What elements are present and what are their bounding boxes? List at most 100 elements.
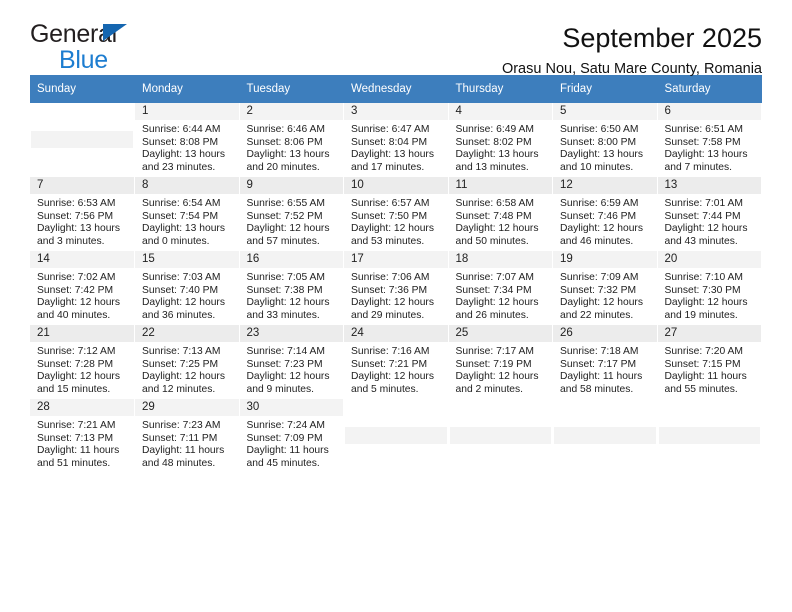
triangle-icon [103,24,127,41]
sunset-text: Sunset: 7:15 PM [664,358,741,370]
day-details: Sunrise: 6:46 AM Sunset: 8:06 PM Daylight:… [240,120,344,174]
calendar-day-cell[interactable]: 24 Sunrise: 7:16 AM Sunset: 7:21 PM Dayligh… [343,324,449,399]
day-number: 18 [448,251,552,268]
calendar-day-cell[interactable]: 30 Sunrise: 7:24 AM Sunset: 7:09 PM Dayligh… [239,398,344,473]
daylight-text: Daylight: 13 hours and 0 minutes. [142,223,225,247]
sunset-text: Sunset: 7:30 PM [664,284,741,296]
sunrise-text: Sunrise: 7:10 AM [664,272,743,283]
sunset-text: Sunset: 7:25 PM [142,358,219,370]
sunrise-text: Sunrise: 6:57 AM [351,198,430,209]
sunset-text: Sunset: 7:50 PM [351,210,428,222]
daylight-text: Daylight: 11 hours and 58 minutes. [560,371,643,395]
calendar-empty-cell [448,398,553,473]
calendar-day-cell[interactable]: 8 Sunrise: 6:54 AM Sunset: 7:54 PM Daylight… [134,176,240,251]
calendar-day-cell[interactable]: 5 Sunrise: 6:50 AM Sunset: 8:00 PM Daylight… [552,103,658,177]
sunset-text: Sunset: 7:38 PM [246,284,323,296]
sunrise-text: Sunrise: 6:47 AM [351,124,430,135]
sunset-text: Sunset: 7:40 PM [142,284,219,296]
day-details: Sunrise: 6:47 AM Sunset: 8:04 PM Daylight:… [344,120,448,174]
sunset-text: Sunset: 7:48 PM [455,210,532,222]
calendar-day-cell[interactable]: 17 Sunrise: 7:06 AM Sunset: 7:36 PM Dayligh… [343,250,449,325]
sunset-text: Sunset: 8:00 PM [560,136,637,148]
calendar-day-cell[interactable]: 3 Sunrise: 6:47 AM Sunset: 8:04 PM Daylight… [343,103,449,177]
sunset-text: Sunset: 8:08 PM [142,136,219,148]
sunrise-text: Sunrise: 6:55 AM [246,198,325,209]
calendar-day-cell[interactable]: 13 Sunrise: 7:01 AM Sunset: 7:44 PM Dayligh… [657,176,762,251]
daylight-text: Daylight: 12 hours and 36 minutes. [142,297,225,321]
general-blue-logo[interactable]: General Blue [30,22,230,74]
calendar-day-cell[interactable]: 10 Sunrise: 6:57 AM Sunset: 7:50 PM Dayligh… [343,176,449,251]
day-number: 21 [30,325,134,342]
calendar-day-cell[interactable]: 1 Sunrise: 6:44 AM Sunset: 8:08 PM Daylight… [134,103,240,177]
daylight-text: Daylight: 12 hours and 22 minutes. [560,297,643,321]
calendar-day-cell[interactable]: 15 Sunrise: 7:03 AM Sunset: 7:40 PM Dayligh… [134,250,240,325]
day-number: 3 [344,103,448,120]
sunset-text: Sunset: 7:11 PM [142,432,218,444]
calendar-day-cell[interactable]: 12 Sunrise: 6:59 AM Sunset: 7:46 PM Dayligh… [552,176,658,251]
calendar-day-cell[interactable]: 14 Sunrise: 7:02 AM Sunset: 7:42 PM Dayligh… [30,250,135,325]
daylight-text: Daylight: 13 hours and 10 minutes. [560,149,643,173]
day-number: 26 [553,325,657,342]
day-number: 25 [448,325,552,342]
calendar-day-cell[interactable]: 25 Sunrise: 7:17 AM Sunset: 7:19 PM Dayligh… [448,324,553,399]
day-number: 13 [657,177,761,194]
empty-day-bar [449,427,551,444]
day-number: 19 [553,251,657,268]
location-subtitle: Orasu Nou, Satu Mare County, Romania [501,61,762,77]
sunrise-text: Sunrise: 7:17 AM [455,346,534,357]
sunset-text: Sunset: 7:52 PM [246,210,323,222]
daylight-text: Daylight: 12 hours and 53 minutes. [351,223,434,247]
calendar-empty-cell [552,398,658,473]
calendar-day-cell[interactable]: 16 Sunrise: 7:05 AM Sunset: 7:38 PM Dayligh… [239,250,344,325]
day-number: 24 [344,325,448,342]
calendar-day-cell[interactable]: 27 Sunrise: 7:20 AM Sunset: 7:15 PM Dayligh… [657,324,762,399]
sunrise-text: Sunrise: 6:49 AM [455,124,534,135]
empty-day-bar [31,131,133,148]
daylight-text: Daylight: 12 hours and 40 minutes. [37,297,120,321]
day-details: Sunrise: 7:05 AM Sunset: 7:38 PM Daylight:… [240,268,344,322]
day-details: Sunrise: 7:06 AM Sunset: 7:36 PM Daylight:… [344,268,448,322]
day-number: 6 [657,103,761,120]
calendar-day-cell[interactable]: 4 Sunrise: 6:49 AM Sunset: 8:02 PM Daylight… [448,103,553,177]
sunrise-text: Sunrise: 7:02 AM [37,272,116,283]
calendar-empty-cell [657,398,762,473]
calendar-day-cell[interactable]: 2 Sunrise: 6:46 AM Sunset: 8:06 PM Daylight… [239,103,344,177]
calendar-day-cell[interactable]: 7 Sunrise: 6:53 AM Sunset: 7:56 PM Daylight… [30,176,135,251]
calendar-day-cell[interactable]: 18 Sunrise: 7:07 AM Sunset: 7:34 PM Dayligh… [448,250,553,325]
calendar-day-cell[interactable]: 22 Sunrise: 7:13 AM Sunset: 7:25 PM Dayligh… [134,324,240,399]
day-details: Sunrise: 7:18 AM Sunset: 7:17 PM Daylight:… [553,342,657,396]
daylight-text: Daylight: 12 hours and 26 minutes. [455,297,539,321]
sunrise-text: Sunrise: 6:58 AM [455,198,534,209]
calendar-day-cell[interactable]: 6 Sunrise: 6:51 AM Sunset: 7:58 PM Daylight… [657,103,762,177]
calendar-day-cell[interactable]: 19 Sunrise: 7:09 AM Sunset: 7:32 PM Dayligh… [552,250,658,325]
day-details: Sunrise: 7:10 AM Sunset: 7:30 PM Daylight:… [658,268,762,322]
logo-text-general: General [30,20,117,48]
daylight-text: Daylight: 13 hours and 13 minutes. [455,149,539,173]
calendar-day-cell[interactable]: 20 Sunrise: 7:10 AM Sunset: 7:30 PM Dayligh… [657,250,762,325]
calendar-day-cell[interactable]: 29 Sunrise: 7:23 AM Sunset: 7:11 PM Dayligh… [134,398,240,473]
sunrise-text: Sunrise: 6:59 AM [560,198,639,209]
calendar-page: General Blue September 2025 Orasu Nou, S… [0,0,792,612]
logo-text-blue: Blue [59,46,108,74]
weekday-header-monday: Monday [134,75,240,103]
day-details: Sunrise: 7:24 AM Sunset: 7:09 PM Daylight:… [240,416,344,470]
calendar-day-cell[interactable]: 21 Sunrise: 7:12 AM Sunset: 7:28 PM Dayligh… [30,324,135,399]
daylight-text: Daylight: 12 hours and 46 minutes. [560,223,643,247]
sunset-text: Sunset: 7:36 PM [351,284,428,296]
day-details: Sunrise: 7:01 AM Sunset: 7:44 PM Daylight:… [658,194,762,248]
calendar-day-cell[interactable]: 23 Sunrise: 7:14 AM Sunset: 7:23 PM Dayligh… [239,324,344,399]
calendar-day-cell[interactable]: 9 Sunrise: 6:55 AM Sunset: 7:52 PM Daylight… [239,176,344,251]
calendar-day-cell[interactable]: 26 Sunrise: 7:18 AM Sunset: 7:17 PM Dayligh… [552,324,658,399]
calendar-day-cell[interactable]: 28 Sunrise: 7:21 AM Sunset: 7:13 PM Dayligh… [30,398,135,473]
sunrise-text: Sunrise: 7:07 AM [455,272,534,283]
day-number: 10 [344,177,448,194]
weekday-header-row: Sunday Monday Tuesday Wednesday Thursday… [30,75,762,103]
sunrise-text: Sunrise: 7:21 AM [37,420,116,431]
daylight-text: Daylight: 12 hours and 50 minutes. [455,223,539,247]
calendar-week-row: 14 Sunrise: 7:02 AM Sunset: 7:42 PM Dayligh… [30,250,762,325]
calendar-day-cell[interactable]: 11 Sunrise: 6:58 AM Sunset: 7:48 PM Dayligh… [448,176,553,251]
sunset-text: Sunset: 7:32 PM [560,284,637,296]
page-title: September 2025 [562,23,762,53]
sunrise-text: Sunrise: 7:23 AM [142,420,221,431]
day-details: Sunrise: 6:53 AM Sunset: 7:56 PM Daylight:… [30,194,134,248]
